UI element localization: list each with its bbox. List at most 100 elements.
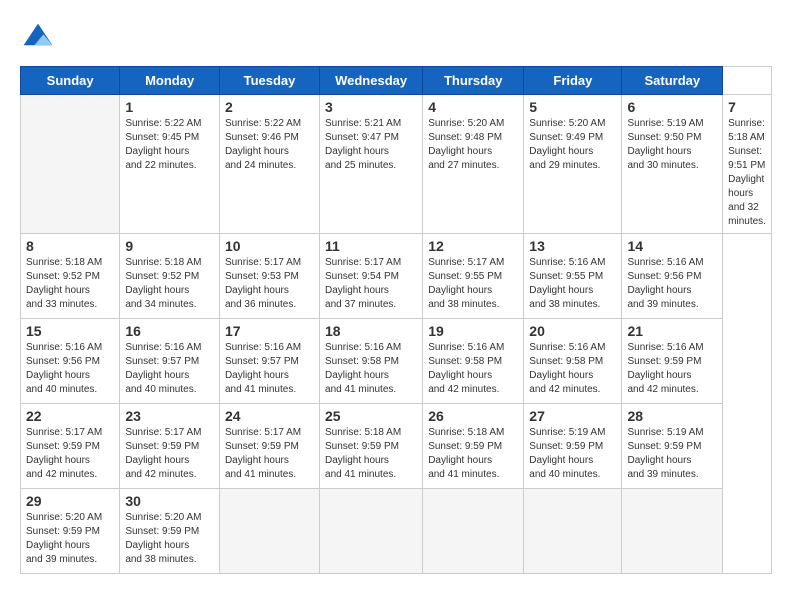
header-day-friday: Friday [524,67,622,95]
day-info: Sunrise: 5:19 AM Sunset: 9:59 PM Dayligh… [529,426,616,482]
logo [20,20,60,56]
day-info: Sunrise: 5:20 AM Sunset: 9:59 PM Dayligh… [26,511,114,567]
day-number: 22 [26,408,114,424]
day-info: Sunrise: 5:18 AM Sunset: 9:59 PM Dayligh… [428,426,518,482]
day-info: Sunrise: 5:16 AM Sunset: 9:56 PM Dayligh… [26,341,114,397]
calendar-week-0: 1 Sunrise: 5:22 AM Sunset: 9:45 PM Dayli… [21,95,772,234]
day-number: 3 [325,99,417,115]
calendar-cell [524,489,622,574]
calendar-cell: 11 Sunrise: 5:17 AM Sunset: 9:54 PM Dayl… [320,234,423,319]
day-number: 7 [728,99,766,115]
calendar-cell: 3 Sunrise: 5:21 AM Sunset: 9:47 PM Dayli… [320,95,423,234]
day-number: 12 [428,238,518,254]
calendar-cell: 24 Sunrise: 5:17 AM Sunset: 9:59 PM Dayl… [219,404,319,489]
calendar-cell: 9 Sunrise: 5:18 AM Sunset: 9:52 PM Dayli… [120,234,220,319]
day-info: Sunrise: 5:20 AM Sunset: 9:48 PM Dayligh… [428,117,518,173]
day-info: Sunrise: 5:16 AM Sunset: 9:57 PM Dayligh… [225,341,314,397]
calendar-cell: 20 Sunrise: 5:16 AM Sunset: 9:58 PM Dayl… [524,319,622,404]
header-day-tuesday: Tuesday [219,67,319,95]
day-number: 14 [627,238,717,254]
day-info: Sunrise: 5:16 AM Sunset: 9:58 PM Dayligh… [529,341,616,397]
day-number: 20 [529,323,616,339]
page-header [20,20,772,56]
day-number: 30 [125,493,214,509]
day-number: 16 [125,323,214,339]
day-info: Sunrise: 5:22 AM Sunset: 9:45 PM Dayligh… [125,117,214,173]
day-info: Sunrise: 5:22 AM Sunset: 9:46 PM Dayligh… [225,117,314,173]
calendar-cell: 21 Sunrise: 5:16 AM Sunset: 9:59 PM Dayl… [622,319,723,404]
day-number: 15 [26,323,114,339]
calendar-cell: 22 Sunrise: 5:17 AM Sunset: 9:59 PM Dayl… [21,404,120,489]
calendar-cell: 5 Sunrise: 5:20 AM Sunset: 9:49 PM Dayli… [524,95,622,234]
day-info: Sunrise: 5:17 AM Sunset: 9:59 PM Dayligh… [125,426,214,482]
calendar-cell [320,489,423,574]
day-info: Sunrise: 5:16 AM Sunset: 9:56 PM Dayligh… [627,256,717,312]
day-info: Sunrise: 5:17 AM Sunset: 9:55 PM Dayligh… [428,256,518,312]
day-info: Sunrise: 5:17 AM Sunset: 9:54 PM Dayligh… [325,256,417,312]
day-number: 28 [627,408,717,424]
calendar-cell: 16 Sunrise: 5:16 AM Sunset: 9:57 PM Dayl… [120,319,220,404]
calendar-cell: 2 Sunrise: 5:22 AM Sunset: 9:46 PM Dayli… [219,95,319,234]
day-info: Sunrise: 5:17 AM Sunset: 9:59 PM Dayligh… [26,426,114,482]
day-info: Sunrise: 5:21 AM Sunset: 9:47 PM Dayligh… [325,117,417,173]
day-info: Sunrise: 5:20 AM Sunset: 9:49 PM Dayligh… [529,117,616,173]
calendar-cell: 30 Sunrise: 5:20 AM Sunset: 9:59 PM Dayl… [120,489,220,574]
day-number: 26 [428,408,518,424]
calendar-week-1: 8 Sunrise: 5:18 AM Sunset: 9:52 PM Dayli… [21,234,772,319]
day-number: 11 [325,238,417,254]
day-info: Sunrise: 5:18 AM Sunset: 9:59 PM Dayligh… [325,426,417,482]
calendar-cell: 14 Sunrise: 5:16 AM Sunset: 9:56 PM Dayl… [622,234,723,319]
day-number: 21 [627,323,717,339]
day-number: 2 [225,99,314,115]
day-number: 1 [125,99,214,115]
header-day-sunday: Sunday [21,67,120,95]
logo-icon [20,20,56,56]
day-number: 10 [225,238,314,254]
day-info: Sunrise: 5:18 AM Sunset: 9:51 PM Dayligh… [728,117,766,229]
day-info: Sunrise: 5:16 AM Sunset: 9:57 PM Dayligh… [125,341,214,397]
calendar-cell: 8 Sunrise: 5:18 AM Sunset: 9:52 PM Dayli… [21,234,120,319]
calendar-table: SundayMondayTuesdayWednesdayThursdayFrid… [20,66,772,574]
day-number: 25 [325,408,417,424]
calendar-cell: 19 Sunrise: 5:16 AM Sunset: 9:58 PM Dayl… [423,319,524,404]
calendar-week-3: 22 Sunrise: 5:17 AM Sunset: 9:59 PM Dayl… [21,404,772,489]
day-info: Sunrise: 5:17 AM Sunset: 9:59 PM Dayligh… [225,426,314,482]
day-number: 24 [225,408,314,424]
calendar-cell: 29 Sunrise: 5:20 AM Sunset: 9:59 PM Dayl… [21,489,120,574]
day-info: Sunrise: 5:16 AM Sunset: 9:58 PM Dayligh… [428,341,518,397]
day-info: Sunrise: 5:19 AM Sunset: 9:59 PM Dayligh… [627,426,717,482]
calendar-week-2: 15 Sunrise: 5:16 AM Sunset: 9:56 PM Dayl… [21,319,772,404]
calendar-cell: 12 Sunrise: 5:17 AM Sunset: 9:55 PM Dayl… [423,234,524,319]
day-info: Sunrise: 5:17 AM Sunset: 9:53 PM Dayligh… [225,256,314,312]
calendar-cell: 1 Sunrise: 5:22 AM Sunset: 9:45 PM Dayli… [120,95,220,234]
day-number: 6 [627,99,717,115]
day-info: Sunrise: 5:18 AM Sunset: 9:52 PM Dayligh… [26,256,114,312]
calendar-cell: 15 Sunrise: 5:16 AM Sunset: 9:56 PM Dayl… [21,319,120,404]
day-info: Sunrise: 5:16 AM Sunset: 9:58 PM Dayligh… [325,341,417,397]
day-number: 13 [529,238,616,254]
day-number: 9 [125,238,214,254]
calendar-header-row: SundayMondayTuesdayWednesdayThursdayFrid… [21,67,772,95]
header-day-wednesday: Wednesday [320,67,423,95]
day-number: 27 [529,408,616,424]
day-number: 4 [428,99,518,115]
calendar-cell: 13 Sunrise: 5:16 AM Sunset: 9:55 PM Dayl… [524,234,622,319]
day-number: 17 [225,323,314,339]
calendar-cell [219,489,319,574]
day-info: Sunrise: 5:20 AM Sunset: 9:59 PM Dayligh… [125,511,214,567]
day-info: Sunrise: 5:16 AM Sunset: 9:59 PM Dayligh… [627,341,717,397]
header-day-saturday: Saturday [622,67,723,95]
header-day-monday: Monday [120,67,220,95]
calendar-cell: 17 Sunrise: 5:16 AM Sunset: 9:57 PM Dayl… [219,319,319,404]
calendar-cell [423,489,524,574]
day-number: 18 [325,323,417,339]
calendar-cell: 10 Sunrise: 5:17 AM Sunset: 9:53 PM Dayl… [219,234,319,319]
calendar-cell: 23 Sunrise: 5:17 AM Sunset: 9:59 PM Dayl… [120,404,220,489]
calendar-cell: 25 Sunrise: 5:18 AM Sunset: 9:59 PM Dayl… [320,404,423,489]
day-info: Sunrise: 5:19 AM Sunset: 9:50 PM Dayligh… [627,117,717,173]
calendar-cell: 7 Sunrise: 5:18 AM Sunset: 9:51 PM Dayli… [723,95,772,234]
calendar-cell: 6 Sunrise: 5:19 AM Sunset: 9:50 PM Dayli… [622,95,723,234]
calendar-cell: 28 Sunrise: 5:19 AM Sunset: 9:59 PM Dayl… [622,404,723,489]
calendar-cell: 18 Sunrise: 5:16 AM Sunset: 9:58 PM Dayl… [320,319,423,404]
day-number: 29 [26,493,114,509]
